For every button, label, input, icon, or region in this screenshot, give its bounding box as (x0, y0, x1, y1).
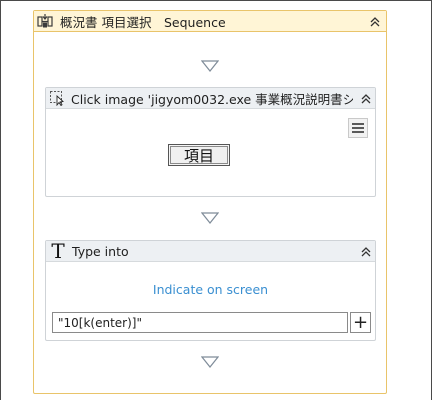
click-image-title: Click image 'jigyom0032.exe 事業概況説明書シ... (71, 91, 353, 107)
sequence-title: 概況書 項目選択 Sequence (60, 14, 226, 30)
target-image-label: 項目 (170, 146, 228, 165)
click-image-icon (46, 88, 68, 109)
click-image-header[interactable]: Click image 'jigyom0032.exe 事業概況説明書シ... (46, 88, 375, 109)
sequence-container[interactable]: 概況書 項目選択 Sequence Click image 'jigyom003… (33, 10, 387, 394)
double-chevron-up-icon[interactable] (358, 91, 374, 107)
target-image-preview: 項目 (168, 144, 230, 166)
double-chevron-up-icon[interactable] (367, 14, 383, 30)
sequence-header[interactable]: 概況書 項目選択 Sequence (34, 11, 386, 32)
indicate-on-screen-link[interactable]: Indicate on screen (46, 282, 375, 297)
text-input-field[interactable]: "10[k(enter)]" (52, 312, 348, 333)
type-into-icon: T (51, 239, 65, 263)
designer-canvas: 概況書 項目選択 Sequence Click image 'jigyom003… (0, 0, 432, 400)
sequence-icon (34, 11, 56, 32)
drop-arrow-icon[interactable] (201, 60, 219, 72)
hamburger-menu-icon[interactable] (348, 118, 368, 138)
type-into-header[interactable]: T Type into (46, 239, 375, 263)
add-expression-button[interactable]: + (350, 312, 371, 333)
type-into-title: Type into (72, 243, 129, 259)
drop-arrow-icon[interactable] (201, 212, 219, 224)
double-chevron-up-icon[interactable] (358, 244, 374, 260)
drop-arrow-icon[interactable] (201, 356, 219, 368)
click-image-activity[interactable]: Click image 'jigyom0032.exe 事業概況説明書シ... … (45, 87, 376, 197)
type-into-activity[interactable]: T Type into Indicate on screen "10[k(ent… (45, 239, 376, 341)
